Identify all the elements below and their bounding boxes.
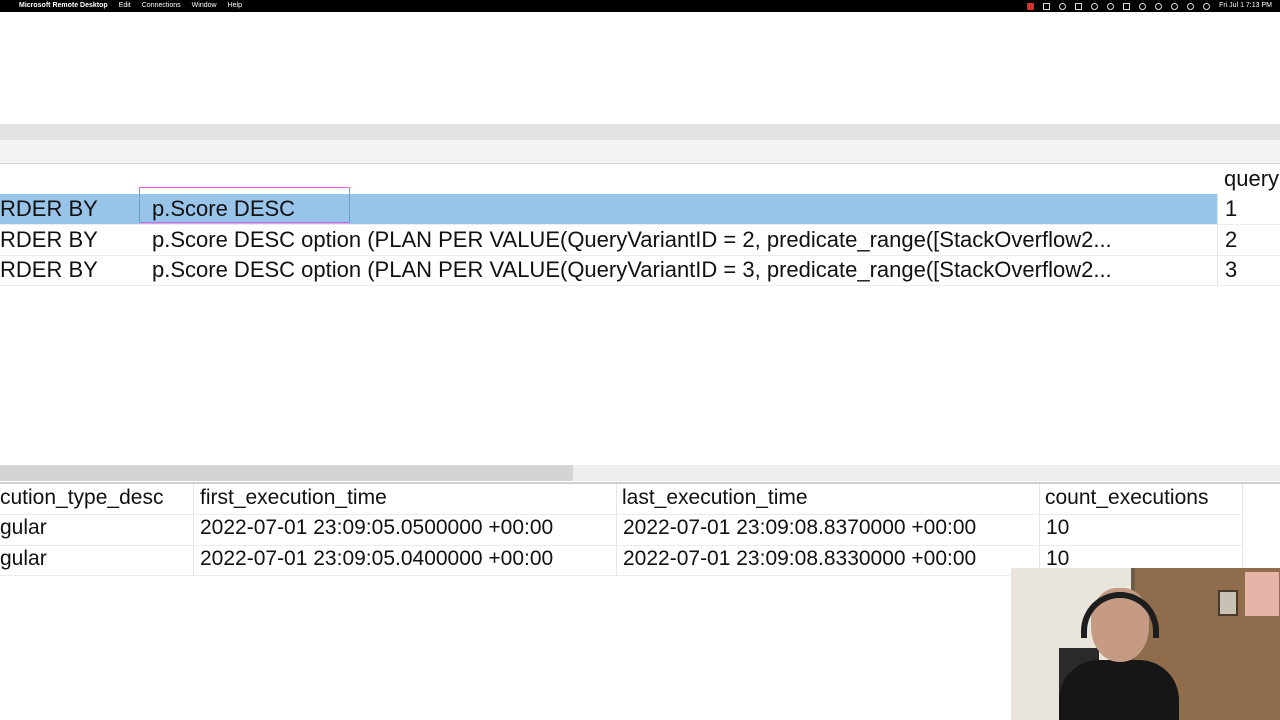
screen-icon[interactable] (1043, 2, 1051, 10)
menu-help[interactable]: Help (228, 0, 242, 12)
bluetooth-icon[interactable] (1155, 2, 1163, 10)
menu-edit[interactable]: Edit (119, 0, 131, 12)
cell-query-text[interactable]: p.Score DESC option (PLAN PER VALUE(Quer… (152, 255, 1112, 285)
cell-last-execution-time[interactable]: 2022-07-01 23:09:08.8330000 +00:00 (623, 547, 976, 571)
keyboard-icon[interactable] (1123, 2, 1131, 10)
cell-query-text[interactable]: p.Score DESC option (PLAN PER VALUE(Quer… (152, 225, 1112, 255)
menu-connections[interactable]: Connections (142, 0, 181, 12)
cell-execution-type[interactable]: gular (0, 547, 47, 571)
grid-toolbar (0, 140, 1280, 164)
network-icon[interactable] (1107, 2, 1115, 10)
cell-last-execution-time[interactable]: 2022-07-01 23:09:08.8370000 +00:00 (623, 516, 976, 540)
column-divider (1039, 484, 1040, 575)
column-header-query[interactable]: query (1224, 166, 1279, 192)
webcam-presenter-body (1059, 660, 1179, 720)
column-divider (616, 484, 617, 575)
webcam-wall-art (1245, 572, 1279, 616)
menu-window[interactable]: Window (192, 0, 217, 12)
cell-query-text-prefix[interactable]: RDER BY (0, 194, 98, 224)
row-divider (0, 545, 1242, 546)
row-divider (0, 514, 1242, 515)
pane-splitter[interactable] (0, 482, 1280, 484)
cell-first-execution-time[interactable]: 2022-07-01 23:09:05.0400000 +00:00 (200, 547, 553, 571)
cell-count-executions[interactable]: 10 (1046, 516, 1069, 540)
scrollbar-thumb[interactable] (0, 465, 573, 481)
table-row[interactable]: RDER BY p.Score DESC option (PLAN PER VA… (0, 255, 1280, 285)
cell-query-text-prefix[interactable]: RDER BY (0, 255, 98, 285)
column-header-first-execution-time[interactable]: first_execution_time (200, 486, 387, 510)
row-divider (0, 285, 1280, 286)
column-divider (1217, 194, 1218, 285)
cell-query-id[interactable]: 3 (1225, 255, 1237, 285)
dropbox-icon[interactable] (1075, 2, 1083, 10)
cell-first-execution-time[interactable]: 2022-07-01 23:09:05.0500000 +00:00 (200, 516, 553, 540)
wifi-icon[interactable] (1171, 2, 1179, 10)
cell-query-id[interactable]: 1 (1225, 194, 1237, 224)
recording-icon[interactable] (1027, 2, 1035, 10)
table-row[interactable]: RDER BY p.Score DESC option (PLAN PER VA… (0, 225, 1280, 255)
column-header-last-execution-time[interactable]: last_execution_time (622, 486, 808, 510)
control-center-icon[interactable] (1203, 2, 1211, 10)
column-divider (1242, 484, 1243, 575)
search-icon[interactable] (1187, 2, 1195, 10)
results-tab-bar (0, 124, 1280, 140)
column-header-count-executions[interactable]: count_executions (1045, 486, 1208, 510)
column-header-execution-type-desc[interactable]: cution_type_desc (0, 486, 163, 510)
sync-icon[interactable] (1091, 2, 1099, 10)
webcam-picture-frame (1218, 590, 1238, 616)
app-name-menu[interactable]: Microsoft Remote Desktop (19, 0, 108, 12)
cell-query-text-prefix[interactable]: RDER BY (0, 225, 98, 255)
menu-clock[interactable]: Fri Jul 1 7:13 PM (1219, 0, 1272, 12)
webcam-presenter (1059, 588, 1179, 720)
headphones-icon (1081, 592, 1159, 638)
webcam-overlay (1011, 568, 1280, 720)
focused-cell-outline (139, 187, 350, 223)
macos-menu-bar: Microsoft Remote Desktop Edit Connection… (0, 0, 1280, 12)
volume-icon[interactable] (1139, 2, 1147, 10)
cell-execution-type[interactable]: gular (0, 516, 47, 540)
cell-query-id[interactable]: 2 (1225, 225, 1237, 255)
column-divider (193, 484, 194, 575)
cloud-icon[interactable] (1059, 2, 1067, 10)
